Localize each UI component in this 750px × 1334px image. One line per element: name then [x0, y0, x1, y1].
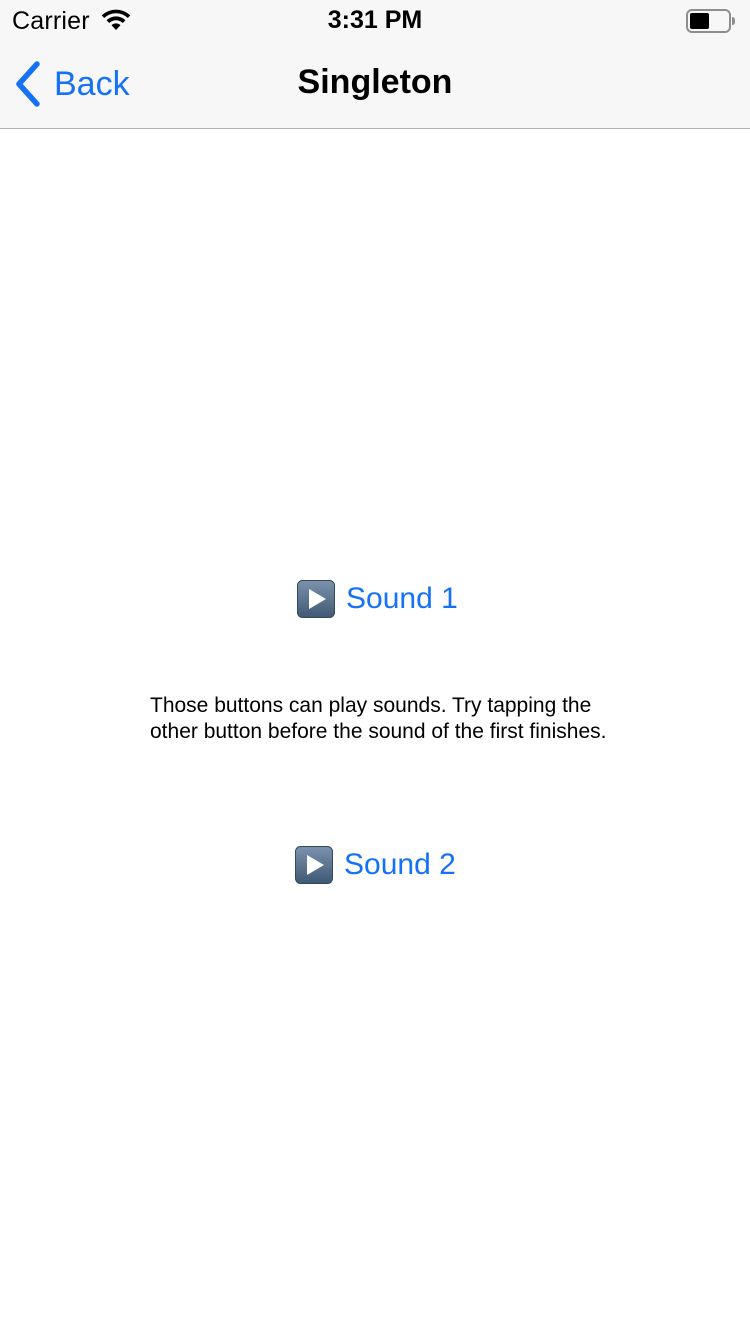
navigation-bar: Back Singleton: [0, 40, 750, 129]
sound-1-button[interactable]: Sound 1: [297, 577, 458, 621]
battery-icon: [686, 9, 735, 33]
screen: Carrier 3:31 PM Back Singleton Sound 1 T…: [0, 0, 750, 1334]
status-bar: Carrier 3:31 PM: [0, 0, 750, 40]
sound-2-label: Sound 2: [344, 848, 456, 881]
sound-2-button[interactable]: Sound 2: [295, 843, 456, 887]
info-text: Those buttons can play sounds. Try tappi…: [150, 694, 607, 743]
play-icon: [295, 846, 333, 884]
sound-1-label: Sound 1: [346, 582, 458, 615]
status-clock: 3:31 PM: [327, 6, 423, 34]
play-icon: [297, 580, 335, 618]
page-title: Singleton: [297, 63, 453, 101]
